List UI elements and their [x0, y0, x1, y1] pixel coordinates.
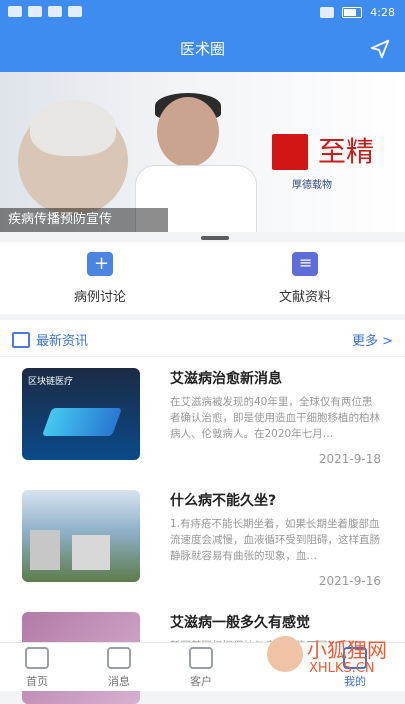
tab-home[interactable]: 首页 [2, 647, 72, 689]
send-icon[interactable] [369, 38, 391, 60]
wifi-icon [48, 6, 62, 17]
status-time: 4:28 [370, 6, 395, 19]
customer-icon [189, 647, 213, 669]
quick-actions: 病例讨论 文献资料 [0, 242, 405, 314]
news-more-link[interactable]: 更多 > [352, 330, 393, 349]
thumbnail-text: 区块链医疗 [28, 377, 74, 387]
news-item-date: 2021-9-16 [318, 574, 381, 588]
banner[interactable]: 至精 厚德载物 疾病传播预防宣传 [0, 72, 405, 232]
news-item-date: 2021-9-18 [318, 452, 381, 466]
message-icon [107, 647, 131, 669]
news-icon [12, 332, 30, 348]
quick-case-discussion[interactable]: 病例讨论 [20, 248, 180, 308]
tab-messages[interactable]: 消息 [84, 647, 154, 689]
watermark-subtext: XHLKS.CN [309, 661, 375, 676]
news-item-title: 什么病不能久坐? [170, 493, 277, 509]
news-thumbnail [22, 490, 140, 582]
app-icon [68, 6, 82, 17]
brand-subtitle: 厚德载物 [292, 180, 332, 191]
signal-icon [28, 6, 42, 17]
banner-doctor-image [135, 87, 257, 232]
news-item-desc: 在艾滋病被发现的40年里，全球仅有两位患者确认治愈，即是使用造血干细胞移植的柏林… [170, 396, 380, 440]
case-discussion-icon [87, 252, 113, 276]
news-section: 最新资讯 更多 > 区块链医疗 艾滋病治愈新消息 在艾滋病被发现的40年里，全球… [0, 320, 405, 704]
brand-text: 至精 [318, 135, 375, 168]
news-thumbnail: 区块链医疗 [22, 368, 140, 460]
tab-label: 首页 [26, 675, 48, 688]
news-item-desc: 1.有痔疮不能长期坐着，如果长期坐着腹部血流速度会减慢，血液循环受到阻碍，这样直… [170, 518, 380, 562]
news-item-title: 艾滋病治愈新消息 [170, 371, 282, 387]
app-bar: 医术圈 [0, 26, 405, 72]
status-icons-right: 4:28 [320, 6, 395, 19]
fox-logo-icon [267, 636, 303, 672]
tab-label: 客户 [190, 675, 212, 688]
quick-label: 病例讨论 [73, 290, 126, 305]
quick-label: 文献资料 [278, 290, 331, 305]
status-bar: 4:28 [0, 0, 405, 26]
page-title: 医术圈 [179, 40, 225, 58]
home-icon [25, 647, 49, 669]
battery-icon [342, 7, 363, 18]
banner-patient-image [18, 100, 128, 216]
brand-logo [272, 134, 308, 170]
tab-customers[interactable]: 客户 [166, 647, 236, 689]
status-icons-left [8, 6, 82, 17]
banner-caption: 疾病传播预防宣传 [0, 208, 168, 232]
sim-icon [8, 6, 22, 17]
news-item[interactable]: 区块链医疗 艾滋病治愈新消息 在艾滋病被发现的40年里，全球仅有两位患者确认治愈… [0, 356, 405, 478]
news-item[interactable]: 什么病不能久坐? 1.有痔疮不能长期坐着，如果长期坐着腹部血流速度会减慢，血液循… [0, 478, 405, 600]
quick-documents[interactable]: 文献资料 [225, 248, 385, 308]
watermark-text: 小狐狸网 [307, 638, 387, 662]
watermark: 小狐狸网 XHLKS.CN [267, 628, 397, 686]
tab-label: 消息 [108, 675, 130, 688]
vibrate-icon [320, 7, 335, 18]
carousel-indicator [201, 236, 229, 240]
document-icon [292, 252, 318, 276]
news-header: 最新资讯 更多 > [0, 320, 405, 357]
news-title: 最新资讯 [36, 334, 89, 349]
